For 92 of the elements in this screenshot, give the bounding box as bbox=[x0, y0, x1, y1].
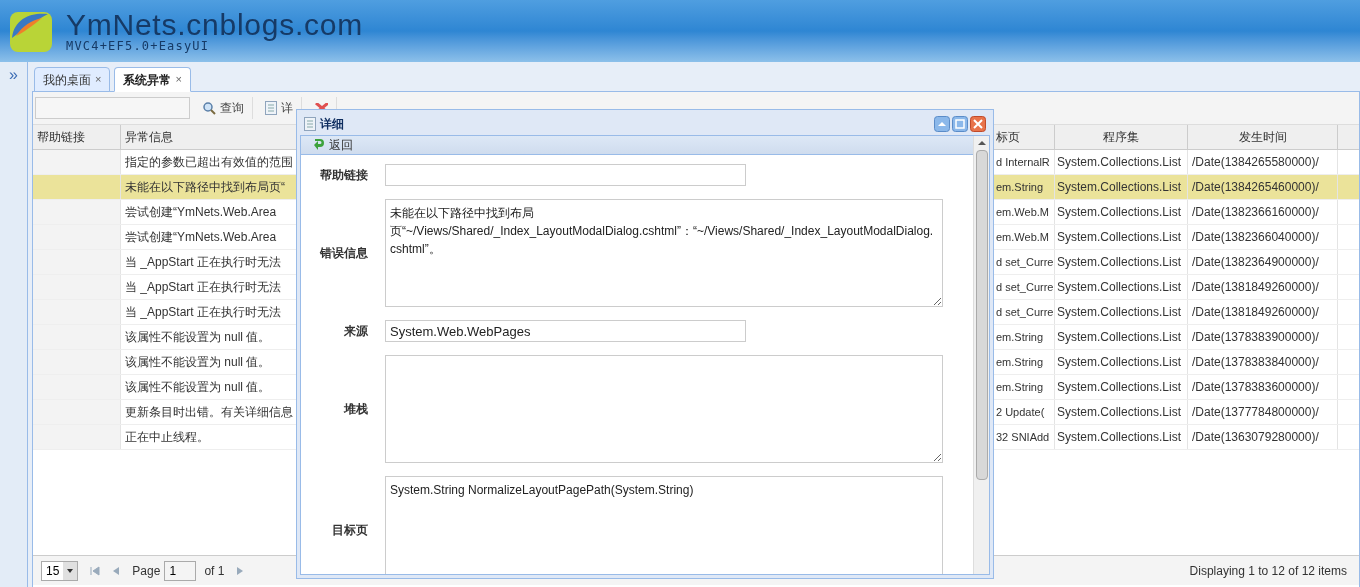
table-cell-text: /Date(1381849260000)/ bbox=[1192, 279, 1319, 296]
text-area[interactable]: System.String NormalizeLayoutPagePath(System.String) bbox=[385, 476, 943, 574]
close-icon[interactable]: × bbox=[175, 71, 182, 88]
text-area[interactable]: 未能在以下路径中找到布局页“~/Views/Shared/_Index_LayoutModalDialog.cshtml”：“~/Views/Shared/_Index_LayoutModalDialog.cshtml”。 bbox=[385, 199, 943, 307]
scrollbar[interactable] bbox=[973, 136, 989, 574]
column-header[interactable]: 帮助链接 bbox=[33, 125, 121, 149]
next-page-icon[interactable] bbox=[236, 565, 245, 576]
site-subtitle: MVC4+EF5.0+EasyUI bbox=[66, 40, 210, 52]
table-cell-text: 正在中止线程。 bbox=[125, 429, 209, 446]
table-cell-text: 2 Update( bbox=[996, 404, 1045, 420]
table-cell-text: System.Collections.List bbox=[1057, 154, 1182, 171]
close-icon[interactable] bbox=[970, 116, 986, 132]
table-cell-text: em.String bbox=[996, 329, 1044, 345]
table-cell-text: System.Collections.List bbox=[1057, 229, 1182, 246]
table-cell-text: em.Web.M bbox=[996, 229, 1049, 245]
pager-summary: Displaying 1 to 12 of 12 items bbox=[1189, 562, 1348, 580]
field-label: 错误信息 bbox=[319, 245, 368, 262]
table-cell-text: System.Collections.List bbox=[1057, 429, 1182, 446]
table-cell-text: 当 _AppStart 正在执行时无法 bbox=[125, 254, 282, 271]
field-label: 堆栈 bbox=[342, 401, 368, 418]
table-cell-text: d set_Curre bbox=[996, 304, 1054, 320]
return-arrow-icon bbox=[313, 138, 325, 152]
document-icon bbox=[304, 117, 316, 131]
table-cell-text: System.Collections.List bbox=[1057, 379, 1182, 396]
tab-label: 系统异常 bbox=[123, 71, 172, 89]
text-field[interactable]: System.Web.WebPages bbox=[385, 320, 746, 342]
tab[interactable]: 我的桌面 × bbox=[34, 67, 111, 92]
table-cell-text: System.Collections.List bbox=[1057, 279, 1182, 296]
search-field[interactable] bbox=[35, 97, 190, 119]
table-cell-text: em.Web.M bbox=[996, 204, 1049, 220]
previous-page-icon[interactable] bbox=[112, 565, 121, 576]
table-cell-text: em.String bbox=[996, 354, 1044, 370]
table-cell-text: /Date(1377784800000)/ bbox=[1192, 404, 1319, 421]
field-label: 来源 bbox=[343, 323, 368, 340]
toolbar-button[interactable]: 查询 bbox=[198, 97, 253, 119]
page-size-select[interactable]: 15 bbox=[41, 560, 79, 581]
tab-label: 我的桌面 bbox=[43, 71, 91, 89]
table-cell-text: /Date(1384265460000)/ bbox=[1192, 179, 1319, 196]
collapse-icon[interactable] bbox=[934, 116, 950, 132]
table-cell-text: 该属性不能设置为 null 值。 bbox=[125, 379, 271, 396]
field-label: 目标页 bbox=[331, 522, 368, 539]
back-button[interactable]: 返回 bbox=[313, 136, 353, 154]
text-field[interactable] bbox=[385, 164, 746, 186]
table-cell-text: /Date(1378383840000)/ bbox=[1192, 354, 1319, 371]
table-cell-text: 该属性不能设置为 null 值。 bbox=[125, 354, 271, 371]
site-title: YmNets.cnblogs.com bbox=[66, 10, 363, 40]
table-cell-text: System.Collections.List bbox=[1057, 304, 1182, 321]
table-cell-text: em.String bbox=[996, 179, 1044, 195]
table-cell-text: System.Collections.List bbox=[1057, 204, 1182, 221]
table-cell-text: /Date(1381849260000)/ bbox=[1192, 304, 1319, 321]
close-icon[interactable]: × bbox=[95, 71, 102, 88]
table-cell-text: 当 _AppStart 正在执行时无法 bbox=[125, 304, 282, 321]
maximize-icon[interactable] bbox=[952, 116, 968, 132]
table-cell-text: /Date(1378383900000)/ bbox=[1192, 329, 1319, 346]
tab[interactable]: 系统异常 × bbox=[114, 67, 191, 92]
table-cell-text: em.String bbox=[996, 379, 1044, 395]
table-cell-text: /Date(1382364900000)/ bbox=[1192, 254, 1319, 271]
search-icon bbox=[202, 101, 216, 115]
table-cell-text: /Date(1382366040000)/ bbox=[1192, 229, 1319, 246]
table-cell-text: 指定的参数已超出有效值的范围 bbox=[125, 154, 293, 171]
page-count: of 1 bbox=[204, 562, 225, 580]
scroll-thumb[interactable] bbox=[975, 150, 988, 480]
table-cell-text: System.Collections.List bbox=[1057, 329, 1182, 346]
table-cell-text: 未能在以下路径中找到布局页“ bbox=[125, 179, 285, 196]
table-cell-text: 尝试创建“YmNets.Web.Area bbox=[125, 229, 277, 246]
table-cell-text: 32 SNIAdd bbox=[996, 429, 1050, 445]
document-icon bbox=[265, 101, 277, 115]
table-cell-text: d set_Curre bbox=[996, 254, 1054, 270]
column-header[interactable]: 程序集 bbox=[1055, 125, 1188, 149]
expand-button[interactable]: » bbox=[9, 66, 18, 84]
table-cell-text: 更新条目时出错。有关详细信息 bbox=[125, 404, 293, 421]
table-cell-text: d set_Curre bbox=[996, 279, 1054, 295]
table-cell-text: /Date(1382366160000)/ bbox=[1192, 204, 1319, 221]
table-cell-text: d InternalR bbox=[996, 154, 1050, 170]
page-label: Page bbox=[132, 562, 161, 580]
first-page-icon[interactable] bbox=[90, 565, 101, 576]
table-cell-text: /Date(1378383600000)/ bbox=[1192, 379, 1319, 396]
table-cell-text: System.Collections.List bbox=[1057, 404, 1182, 421]
column-header[interactable]: 发生时间 bbox=[1188, 125, 1338, 149]
table-cell-text: 当 _AppStart 正在执行时无法 bbox=[125, 279, 282, 296]
field-label: 帮助链接 bbox=[319, 167, 368, 184]
dialog-title: 详细 bbox=[320, 116, 344, 133]
table-cell-text: /Date(1384265580000)/ bbox=[1192, 154, 1319, 171]
dropdown-icon bbox=[63, 561, 78, 580]
text-area[interactable] bbox=[385, 355, 943, 463]
table-cell-text: /Date(1363079280000)/ bbox=[1192, 429, 1319, 446]
table-cell-text: System.Collections.List bbox=[1057, 354, 1182, 371]
table-cell-text: System.Collections.List bbox=[1057, 254, 1182, 271]
table-cell-text: System.Collections.List bbox=[1057, 179, 1182, 196]
table-cell-text: 该属性不能设置为 null 值。 bbox=[125, 329, 271, 346]
page-field[interactable]: 1 bbox=[164, 560, 197, 581]
table-cell-text: 尝试创建“YmNets.Web.Area bbox=[125, 204, 277, 221]
